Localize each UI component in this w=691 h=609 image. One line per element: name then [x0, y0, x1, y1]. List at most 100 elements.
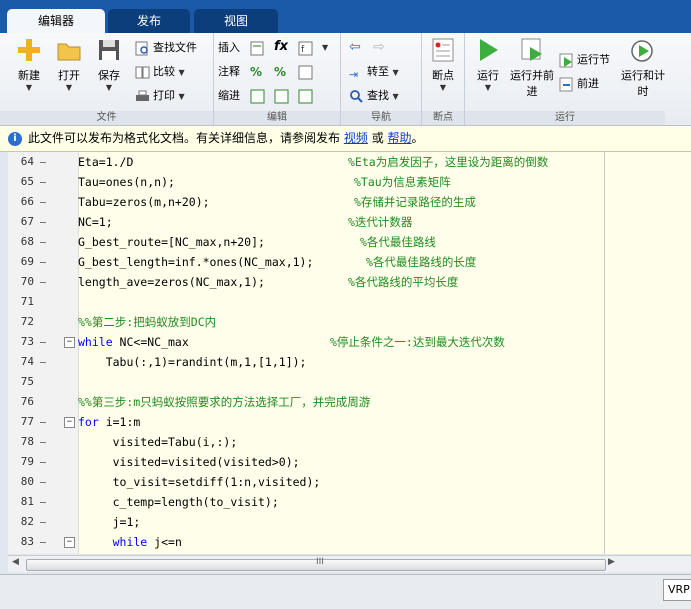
insert-button[interactable]: 插入 [218, 38, 240, 58]
code-line[interactable]: 83 − while j<=n [8, 532, 691, 552]
statement: visited=visited(visited>0); [78, 455, 300, 469]
executable-line-marker[interactable] [40, 162, 46, 163]
line-number: 76 [20, 395, 34, 408]
executable-line-marker[interactable] [40, 182, 46, 183]
statement: G_best_length=inf.*ones(NC_max,1); [78, 255, 314, 269]
scroll-left-icon[interactable]: ◀ [12, 557, 19, 567]
insert-function-icon[interactable]: f [298, 41, 313, 56]
code-line[interactable]: 81 c_temp=length(to_visit); [8, 492, 691, 512]
insert-dropdown-arrow[interactable]: ▼ [322, 43, 328, 52]
executable-line-marker[interactable] [40, 242, 46, 243]
scrollbar-thumb[interactable]: III [26, 557, 606, 571]
executable-line-marker[interactable] [40, 542, 46, 543]
executable-line-marker[interactable] [40, 462, 46, 463]
open-button[interactable]: 打开 ▼ [50, 37, 88, 92]
line-number: 81 [20, 495, 34, 508]
uncomment-icon[interactable]: % [274, 65, 289, 80]
code-line[interactable]: 77 − for i=1:m [8, 412, 691, 432]
code-text: Eta=1./D [78, 152, 133, 172]
code-line[interactable]: 78 visited=Tabu(i,:); [8, 432, 691, 452]
find-files-button[interactable]: 查找文件 [135, 38, 197, 58]
new-button[interactable]: 新建 ▼ [10, 37, 48, 92]
insert-function-button[interactable]: fx [274, 39, 288, 54]
executable-line-marker[interactable] [40, 222, 46, 223]
compare-button[interactable]: 比较 ▼ [135, 62, 185, 82]
status-bar: VRP [0, 574, 691, 609]
executable-line-marker[interactable] [40, 202, 46, 203]
run-label: 运行 [477, 69, 499, 82]
code-line[interactable]: 72 %%第二步:把蚂蚁放到DC内 [8, 312, 691, 332]
code-line[interactable]: 75 [8, 372, 691, 392]
code-line[interactable]: 74 Tabu(:,1)=randint(m,1,[1,1]); [8, 352, 691, 372]
code-line[interactable]: 70 length_ave=zeros(NC_max,1); %各代路线的平均长度 [8, 272, 691, 292]
code-fold-toggle[interactable]: − [64, 337, 75, 348]
tab-editor[interactable]: 编辑器 [7, 9, 105, 33]
code-line[interactable]: 71 [8, 292, 691, 312]
find-button[interactable]: 查找 ▼ [349, 86, 399, 106]
scroll-right-icon[interactable]: ▶ [608, 557, 615, 567]
increase-indent-icon[interactable] [274, 89, 289, 104]
code-line[interactable]: 64 Eta=1./D %Eta为启发因子，这里设为距离的倒数 [8, 152, 691, 172]
code-fold-toggle[interactable]: − [64, 417, 75, 428]
code-line[interactable]: 65 Tau=ones(n,n); %Tau为信息素矩阵 [8, 172, 691, 192]
smart-indent-icon[interactable] [250, 89, 265, 104]
code-line[interactable]: 68 G_best_route=[NC_max,n+20]; %各代最佳路线 [8, 232, 691, 252]
executable-line-marker[interactable] [40, 502, 46, 503]
comment-percent-icon[interactable]: % [250, 65, 265, 80]
wrap-comments-icon[interactable] [298, 65, 313, 80]
code-line[interactable]: 69 G_best_length=inf.*ones(NC_max,1); %各代最… [8, 252, 691, 272]
breakpoints-button[interactable]: 断点 ▼ [424, 37, 462, 92]
insert-section-icon[interactable] [250, 41, 265, 56]
executable-line-marker[interactable] [40, 362, 46, 363]
code-text: while j<=n [78, 532, 182, 552]
breakpoints-icon [430, 37, 456, 63]
code-text: length_ave=zeros(NC_max,1); [78, 272, 265, 292]
statement: visited=Tabu(i,:); [78, 435, 238, 449]
code-line[interactable]: 66 Tabu=zeros(m,n+20); %存储并记录路径的生成 [8, 192, 691, 212]
run-and-time-button[interactable]: 运行和计时 [621, 37, 665, 99]
run-and-advance-button[interactable]: 运行并前进 [509, 37, 555, 99]
save-button[interactable]: 保存 ▼ [90, 37, 128, 92]
executable-line-marker[interactable] [40, 482, 46, 483]
code-line[interactable]: 79 visited=visited(visited>0); [8, 452, 691, 472]
code-editor[interactable]: 64 Eta=1./D %Eta为启发因子，这里设为距离的倒数 65 Tau=ones(… [8, 152, 691, 554]
run-section-button[interactable]: 运行节 [559, 50, 610, 70]
decrease-indent-icon[interactable] [298, 89, 313, 104]
code-line[interactable]: 80 to_visit=setdiff(1:n,visited); [8, 472, 691, 492]
tab-publish[interactable]: 发布 [108, 9, 190, 33]
code-text: j=1; [78, 512, 141, 532]
executable-line-marker[interactable] [40, 422, 46, 423]
line-number: 70 [20, 275, 34, 288]
code-line[interactable]: 67 NC=1; %迭代计数器 [8, 212, 691, 232]
indent-button[interactable]: 缩进 [218, 86, 240, 106]
code-comment: %Tau为信息素矩阵 [354, 175, 451, 189]
statement: Eta=1./D [78, 155, 134, 169]
executable-line-marker[interactable] [40, 522, 46, 523]
statement: G_best_route=[NC_max,n+20]; [78, 235, 265, 249]
executable-line-marker[interactable] [40, 262, 46, 263]
file-group: 新建 ▼ 打开 ▼ 保存 ▼ 查找文件 比较 ▼ 打印 ▼ 文件 [0, 33, 214, 125]
code-fold-toggle[interactable]: − [64, 537, 75, 548]
back-arrow-icon[interactable]: ⇦ [349, 39, 361, 55]
executable-line-marker[interactable] [40, 342, 46, 343]
video-link[interactable]: 视频 [344, 131, 368, 145]
code-comment: %Eta为启发因子，这里设为距离的倒数 [348, 155, 549, 169]
code-comment: %迭代计数器 [348, 215, 413, 229]
executable-line-marker[interactable] [40, 442, 46, 443]
print-button[interactable]: 打印 ▼ [135, 86, 185, 106]
horizontal-scrollbar[interactable]: ◀ III ▶ [8, 555, 691, 572]
advance-button[interactable]: 前进 [559, 74, 599, 94]
goto-button[interactable]: ⇥ 转至 ▼ [349, 62, 399, 82]
code-line[interactable]: 76 %%第三步:m只蚂蚁按照要求的方法选择工厂，并完成周游 [8, 392, 691, 412]
help-link[interactable]: 帮助 [388, 131, 412, 145]
comment-button[interactable]: 注释 [218, 62, 240, 82]
run-button[interactable]: 运行 ▼ [469, 37, 507, 92]
line-number: 80 [20, 475, 34, 488]
executable-line-marker[interactable] [40, 282, 46, 283]
tab-view[interactable]: 视图 [194, 9, 278, 33]
folder-icon [56, 37, 82, 63]
code-line[interactable]: 82 j=1; [8, 512, 691, 532]
code-line[interactable]: 73 − while NC<=NC_max %停止条件之一:达到最大迭代次数 [8, 332, 691, 352]
forward-arrow-icon[interactable]: ⇨ [373, 39, 385, 55]
code-comment: %各代路线的平均长度 [348, 275, 459, 289]
